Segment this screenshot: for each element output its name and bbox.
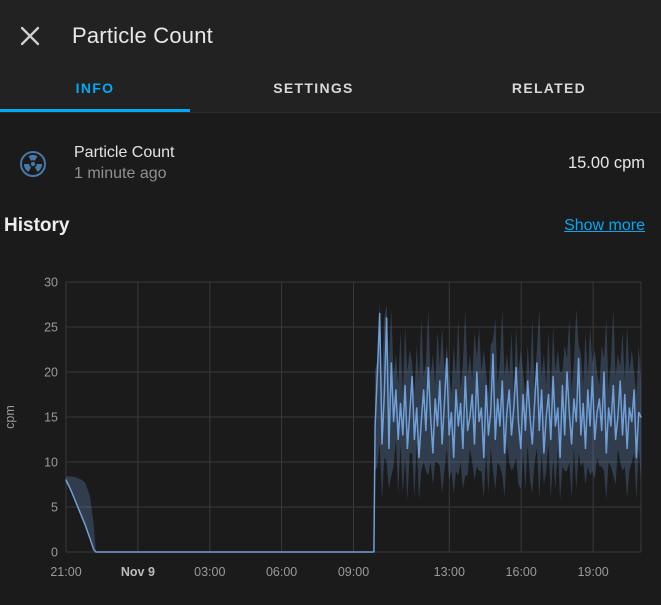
svg-text:19:00: 19:00	[577, 565, 608, 579]
tab-settings[interactable]: SETTINGS	[190, 64, 437, 112]
svg-text:21:00: 21:00	[50, 565, 81, 579]
sensor-value: 15.00 cpm	[567, 154, 645, 173]
page-title: Particle Count	[72, 23, 213, 48]
tab-info[interactable]: INFO	[0, 64, 190, 112]
show-more-link[interactable]: Show more	[564, 217, 645, 235]
sensor-name: Particle Count	[74, 144, 175, 161]
svg-text:16:00: 16:00	[506, 565, 537, 579]
close-icon[interactable]	[16, 22, 44, 50]
svg-text:0: 0	[51, 546, 58, 560]
svg-text:10: 10	[44, 456, 58, 470]
sensor-state-row: Particle Count 1 minute ago 15.00 cpm	[16, 143, 645, 185]
svg-text:30: 30	[44, 276, 58, 290]
tab-related[interactable]: RELATED	[437, 64, 661, 112]
svg-text:09:00: 09:00	[338, 565, 369, 579]
svg-text:15: 15	[44, 411, 58, 425]
svg-text:20: 20	[44, 366, 58, 380]
history-chart[interactable]: 0 5 10 15 20 25 30 21:00 Nov 9 03:00 06:00 09:00 13:…	[0, 270, 661, 605]
svg-text:cpm: cpm	[3, 405, 17, 429]
history-header-row: History Show more	[4, 215, 645, 237]
tab-bar: INFO SETTINGS RELATED	[0, 64, 661, 112]
radioactive-icon	[18, 149, 48, 179]
history-heading: History	[4, 214, 70, 236]
svg-text:Nov 9: Nov 9	[121, 565, 155, 579]
svg-text:06:00: 06:00	[266, 565, 297, 579]
dialog-header: Particle Count INFO SETTINGS RELATED	[0, 0, 661, 113]
svg-text:25: 25	[44, 321, 58, 335]
active-tab-indicator	[0, 109, 190, 112]
svg-text:13:00: 13:00	[434, 565, 465, 579]
sensor-last-changed: 1 minute ago	[74, 164, 167, 182]
svg-text:5: 5	[51, 501, 58, 515]
svg-text:03:00: 03:00	[194, 565, 225, 579]
